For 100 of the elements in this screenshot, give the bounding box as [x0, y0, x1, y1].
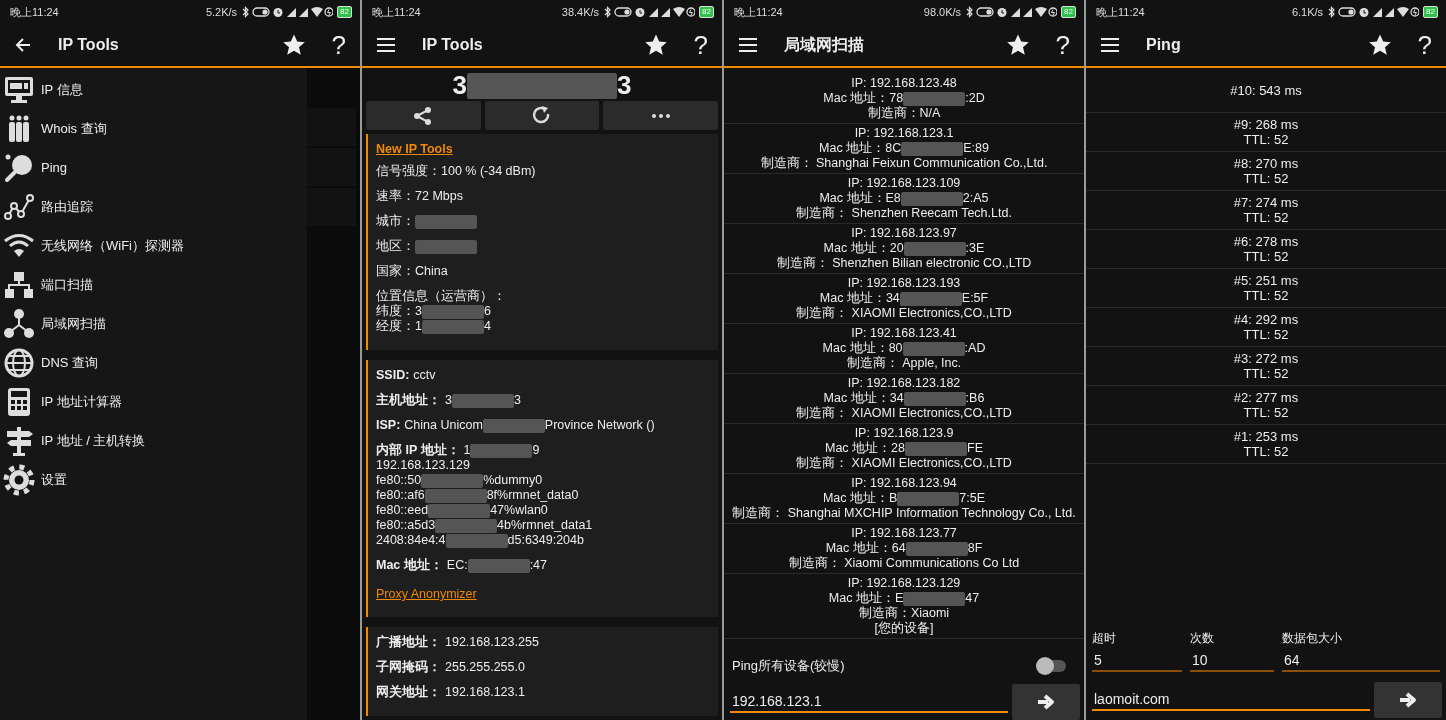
link[interactable]: Proxy Anonymizer — [376, 587, 477, 601]
more-icon — [651, 113, 670, 118]
menu-item[interactable]: IP 信息 — [0, 70, 307, 109]
menu-item[interactable]: 局域网扫描 — [0, 304, 307, 343]
ip-address: IP: 192.168.123.9 — [854, 426, 954, 441]
star-icon[interactable] — [1005, 33, 1030, 57]
vendor-text: 制造商： XIAOMI Electronics,CO.,LTD — [796, 306, 1012, 321]
clock-time: 晚上11:24 — [1096, 4, 1145, 20]
input-field[interactable]: 192.168.123.1 — [730, 691, 1008, 713]
info-line: 2408:84e4:4 — [376, 533, 446, 548]
share-button[interactable] — [366, 101, 481, 130]
info-line: 6 — [483, 304, 491, 319]
device-entry[interactable]: IP: 192.168.123.97 Mac 地址：20 :3E 制造商： Shenzhen Bilian electronic CO.,LTD — [724, 224, 1084, 274]
help-button[interactable]: ? — [693, 31, 708, 59]
mac-label: Mac 地址： — [822, 491, 889, 506]
menu-item[interactable]: IP 地址计算器 — [0, 382, 307, 421]
device-entry[interactable]: IP: 192.168.123.109 Mac 地址：E8 2:A5 制造商： Shenzhen Reecam Tech.Ltd. — [724, 174, 1084, 224]
vendor-text: 制造商： Shenzhen Bilian electronic CO.,LTD — [776, 256, 1032, 271]
ttl-text: TTL: 52 — [1243, 366, 1289, 381]
field-label: 主机地址： — [376, 393, 441, 408]
go-button[interactable] — [1012, 684, 1080, 720]
device-entry[interactable]: IP: 192.168.123.182 Mac 地址：34 :B6 制造商： XIAOMI Electronics,CO.,LTD — [724, 374, 1084, 424]
star-icon[interactable] — [1367, 33, 1392, 57]
field-label: 城市： — [376, 214, 415, 229]
battery-level: 82 — [1061, 6, 1076, 18]
mac-address: 8F — [967, 541, 983, 556]
device-entry[interactable]: IP: 192.168.123.1 Mac 地址：8C E:89 制造商： Shanghai Feixun Communication Co.,Ltd. — [724, 124, 1084, 174]
menu-icon[interactable] — [738, 37, 758, 53]
help-button[interactable]: ? — [1055, 31, 1070, 59]
vendor-text: 制造商： Apple, Inc. — [846, 356, 962, 371]
ip-address: IP: 192.168.123.109 — [847, 176, 961, 191]
input-field[interactable]: 10 — [1190, 650, 1274, 672]
help-button[interactable]: ? — [1417, 31, 1432, 59]
battery-level: 82 — [337, 6, 352, 18]
device-entry[interactable]: IP: 192.168.123.48 Mac 地址：78 :2D 制造商：N/A — [724, 74, 1084, 124]
device-entry[interactable]: IP: 192.168.123.129 Mac 地址：E 47 制造商：Xiaomi [您的设备] — [724, 574, 1084, 639]
menu-item[interactable]: 设置 — [0, 460, 307, 499]
ttl-text: TTL: 52 — [1243, 132, 1289, 147]
menu-icon[interactable] — [376, 37, 396, 53]
menu-item[interactable]: 路由追踪 — [0, 187, 307, 226]
mac-label: Mac 地址： — [823, 391, 890, 406]
star-icon[interactable] — [281, 33, 306, 57]
blurred-region — [905, 441, 967, 456]
ip-address: IP: 192.168.123.48 — [851, 76, 957, 91]
ping-time: #10: 543 ms — [1230, 82, 1302, 98]
blurred-region — [421, 304, 484, 319]
mac-label: Mac 地址： — [819, 141, 886, 156]
mac-address: FE — [967, 441, 983, 456]
info-line: fe80::50 — [376, 473, 422, 488]
vendor-text: 制造商： Shanghai Feixun Communication Co.,Ltd. — [760, 156, 1048, 171]
help-button[interactable]: ? — [331, 31, 346, 59]
info-line: fe80::af6 — [376, 488, 425, 503]
blurred-region — [470, 443, 533, 458]
clock-time: 晚上11:24 — [372, 4, 421, 20]
mac-address: E — [894, 591, 904, 606]
menu-item[interactable]: 无线网络（WiFi）探测器 — [0, 226, 307, 265]
menu-icon[interactable] — [1100, 37, 1120, 53]
device-entry[interactable]: IP: 192.168.123.41 Mac 地址：80 :AD 制造商： Apple, Inc. — [724, 324, 1084, 374]
menu-item[interactable]: 端口扫描 — [0, 265, 307, 304]
ip-address: IP: 192.168.123.193 — [847, 276, 961, 291]
vendor-text: 制造商： XIAOMI Electronics,CO.,LTD — [796, 406, 1012, 421]
input-field[interactable]: 64 — [1282, 650, 1440, 672]
go-button[interactable] — [1374, 682, 1442, 718]
star-icon[interactable] — [643, 33, 668, 57]
screen-title: Ping — [1146, 36, 1182, 54]
device-entry[interactable]: IP: 192.168.123.193 Mac 地址：34 E:5F 制造商： XIAOMI Electronics,CO.,LTD — [724, 274, 1084, 324]
info-line: 经度：1 — [376, 319, 422, 334]
info-line: 纬度：3 — [376, 304, 422, 319]
link[interactable]: New IP Tools — [376, 142, 453, 156]
mac-address: 64 — [891, 541, 906, 556]
ttl-text: TTL: 52 — [1243, 288, 1289, 303]
menu-item[interactable]: IP 地址 / 主机转换 — [0, 421, 307, 460]
mac-address: 34 — [885, 291, 900, 306]
ttl-text: TTL: 52 — [1243, 210, 1289, 225]
field-label: 网关地址： — [376, 685, 441, 700]
input-field[interactable]: laomoit.com — [1092, 689, 1370, 711]
blurred-region — [899, 291, 962, 306]
back-arrow-icon[interactable] — [14, 36, 32, 54]
mac-address: 78 — [889, 91, 904, 106]
menu-item[interactable]: Ping — [0, 148, 307, 187]
field-value: China Unicom — [404, 418, 483, 433]
device-entry[interactable]: IP: 192.168.123.94 Mac 地址：B 7:5E 制造商： Shanghai MXCHIP Information Technology Co., Ltd. — [724, 474, 1084, 524]
blurred-region — [428, 503, 491, 518]
menu-item[interactable]: Whois 查询 — [0, 109, 307, 148]
network-speed: 98.0K/s — [923, 6, 962, 18]
info-line: 8f%rmnet_data0 — [486, 488, 579, 503]
device-entry[interactable]: IP: 192.168.123.77 Mac 地址：64 8F 制造商： Xiaomi Communications Co Ltd — [724, 524, 1084, 574]
device-entry[interactable]: IP: 192.168.123.9 Mac 地址：28 FE 制造商： XIAOMI Electronics,CO.,LTD — [724, 424, 1084, 474]
input-field[interactable]: 5 — [1092, 650, 1182, 672]
info-line: %dummy0 — [483, 473, 543, 488]
field-value: 3 — [445, 393, 452, 408]
toggle-switch[interactable] — [1038, 659, 1066, 672]
info-line: 4 — [483, 319, 491, 334]
refresh-button[interactable] — [484, 101, 600, 130]
ttl-text: TTL: 52 — [1243, 249, 1289, 264]
field-value: EC: — [446, 558, 468, 573]
network-speed: 38.4K/s — [561, 6, 600, 18]
menu-item[interactable]: DNS 查询 — [0, 343, 307, 382]
clock-time: 晚上11:24 — [734, 4, 783, 20]
blurred-region — [415, 214, 477, 229]
